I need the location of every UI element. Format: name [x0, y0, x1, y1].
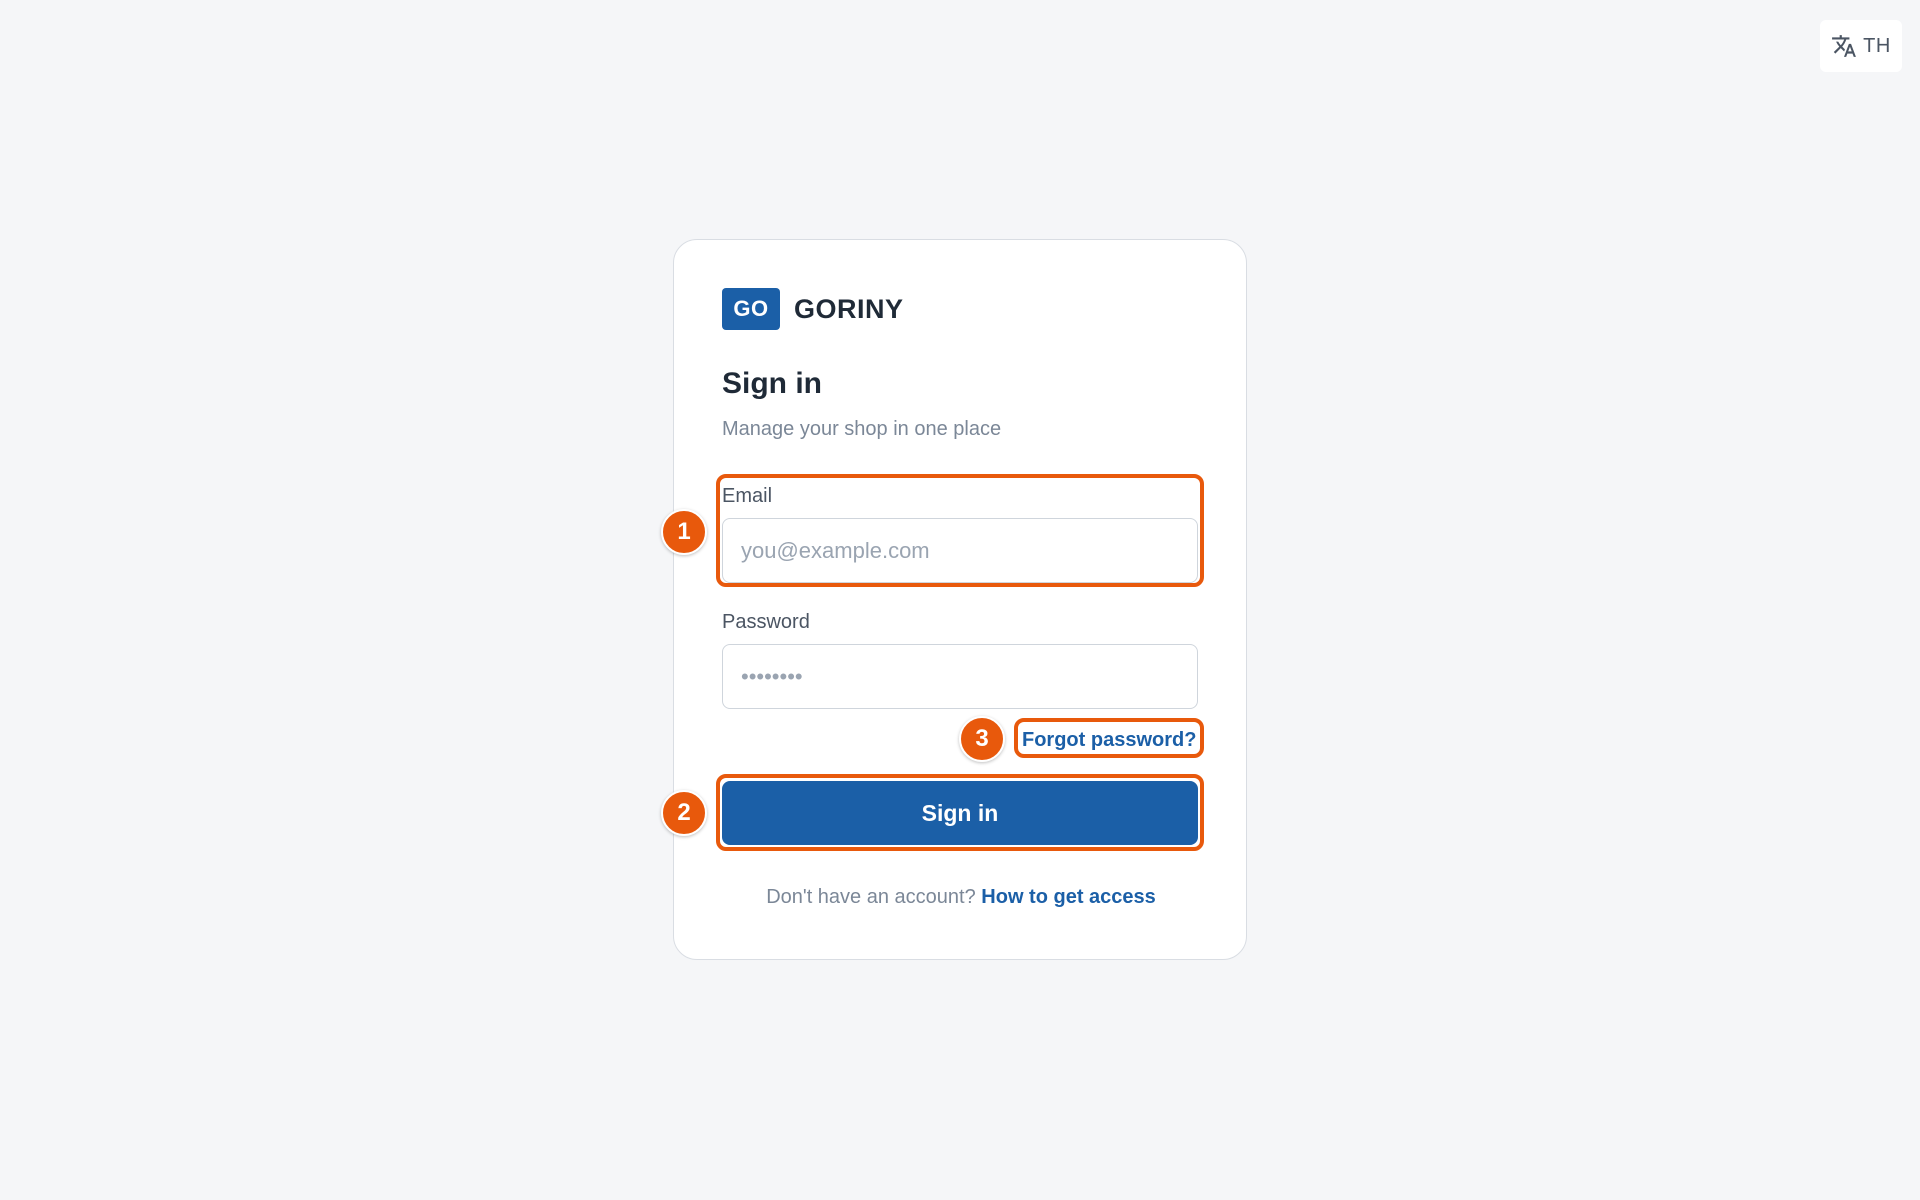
no-account-text: Don't have an account?: [766, 886, 976, 908]
brand-name: GORINY: [794, 293, 904, 324]
get-access-link[interactable]: How to get access: [981, 886, 1156, 908]
page-title: Sign in: [722, 367, 822, 400]
email-label: Email: [722, 485, 773, 507]
brand: GO GORINY: [722, 288, 904, 330]
step-badge-3: 3: [959, 716, 1005, 762]
email-field[interactable]: [722, 518, 1198, 583]
sign-in-card: GO GORINY Sign in Manage your shop in on…: [673, 239, 1247, 960]
language-code: TH: [1863, 34, 1891, 57]
password-field[interactable]: [722, 644, 1198, 709]
sign-in-button[interactable]: Sign in: [722, 781, 1198, 845]
language-switcher[interactable]: TH: [1820, 20, 1902, 72]
brand-logo: GO: [722, 288, 780, 330]
page-subtitle: Manage your shop in one place: [722, 418, 1002, 440]
translate-icon: [1831, 33, 1857, 59]
step-badge-1: 1: [661, 509, 707, 555]
password-label: Password: [722, 611, 810, 633]
forgot-password-link[interactable]: Forgot password?: [1022, 729, 1196, 752]
step-badge-2: 2: [661, 790, 707, 836]
access-footer: Don't have an account? How to get access: [674, 886, 1248, 909]
